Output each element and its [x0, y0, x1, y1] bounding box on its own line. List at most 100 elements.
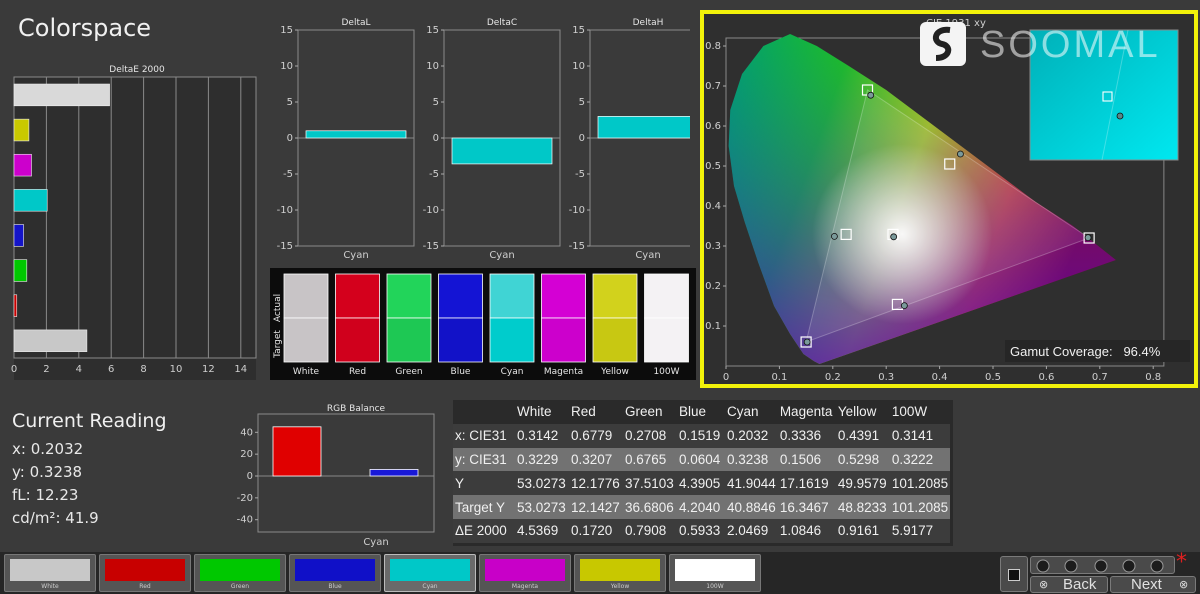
- patch-button-100w[interactable]: 100W: [669, 554, 761, 592]
- swatch-label: Red: [349, 367, 366, 377]
- row-label: Y: [453, 471, 515, 496]
- asterisk-icon: *: [1176, 550, 1187, 575]
- row-label: Target Y: [453, 495, 515, 519]
- next-button[interactable]: Next ⊗: [1110, 576, 1196, 593]
- row-label: x: CIE31: [453, 423, 515, 448]
- swatch-label: White: [293, 367, 320, 377]
- patch-button-cyan[interactable]: Cyan: [384, 554, 476, 592]
- delta-ytick: 0: [287, 133, 293, 144]
- delta-bar: [597, 116, 690, 139]
- patch-button-magenta[interactable]: Magenta: [479, 554, 571, 592]
- rgb-ytick: 0: [247, 471, 253, 482]
- cie-xtick: 0.8: [1145, 372, 1161, 383]
- stop-button[interactable]: [1000, 556, 1028, 592]
- deltae-bar: [13, 259, 28, 282]
- patch-button-red[interactable]: Red: [99, 554, 191, 592]
- deltae-bar: [13, 83, 110, 107]
- patch-swatch: [105, 559, 185, 581]
- table-cell: 4.3905: [677, 471, 725, 496]
- table-header: [453, 400, 515, 424]
- patch-button-blue[interactable]: Blue: [289, 554, 381, 592]
- patch-label: 100W: [706, 583, 724, 590]
- table-cell: 48.8233: [835, 495, 890, 519]
- swatch-target: [438, 317, 483, 363]
- deltae-bar: [13, 189, 48, 212]
- table-cell: 4.2040: [677, 495, 725, 519]
- deltae-bar: [13, 294, 18, 317]
- delta-ytick: -15: [569, 241, 585, 252]
- delta-xcat: Cyan: [489, 250, 514, 261]
- actual-label: Actual: [273, 294, 283, 322]
- patch-swatch: [390, 559, 470, 581]
- patch-label: Blue: [328, 583, 342, 590]
- patch-swatch: [580, 559, 660, 581]
- swatch-actual: [283, 273, 329, 319]
- cie-chart: 0 0.1 0.2 0.3 0.4 0.5 0.6 0.7 0.8 0.1 0.2 0.3 0.4 0.5…: [705, 18, 1179, 383]
- table-cell: 0.2708: [623, 423, 677, 448]
- deltae-bar: [13, 224, 24, 247]
- patch-label: Magenta: [511, 583, 539, 590]
- next-icon: ⊗: [1179, 578, 1189, 591]
- rgb-ytick: -40: [237, 515, 253, 526]
- table-cell: 0.1519: [677, 423, 725, 448]
- cie-ytick: 0.6: [705, 121, 721, 132]
- table-cell: 12.1776: [569, 471, 623, 496]
- rgb-balance-chart: RGB Balance 40 20 0 -20 -40 Cyan: [237, 404, 435, 548]
- swatch-label: Cyan: [501, 367, 524, 377]
- patch-button-yellow[interactable]: Yellow: [574, 554, 666, 592]
- table-cell: 0.3336: [777, 423, 836, 448]
- swatch-target: [592, 317, 638, 363]
- cie-measured-point: [890, 233, 898, 241]
- swatch-target: [489, 317, 535, 363]
- cie-xtick: 0.1: [771, 372, 787, 383]
- swatch-label: Blue: [451, 367, 471, 377]
- table-cell: 4.5369: [515, 518, 569, 543]
- table-cell: 0.3238: [725, 447, 778, 472]
- delta-bar: [451, 137, 553, 165]
- delta-ytick: 5: [287, 97, 293, 108]
- rgb-ytick: 20: [240, 449, 253, 460]
- table-cell: 49.9579: [835, 471, 890, 496]
- table-header: Yellow: [835, 400, 890, 424]
- deltae-chart-title: DeltaE 2000: [109, 65, 165, 75]
- reading-cdm2: cd/m²: 41.9: [12, 509, 99, 527]
- table-cell: 12.1427: [569, 495, 623, 519]
- patch-label: Yellow: [610, 583, 630, 590]
- table-cell: 0.0604: [677, 447, 725, 472]
- delta-ytick: 5: [579, 97, 585, 108]
- table-cell: 0.3142: [515, 423, 569, 448]
- table-cell: 0.6765: [623, 447, 677, 472]
- deltae-xtick: 0: [11, 364, 17, 375]
- deltae-bar: [13, 329, 88, 352]
- swatch-actual: [489, 273, 535, 319]
- reading-fl: fL: 12.23: [12, 486, 79, 504]
- cie-xtick: 0.6: [1038, 372, 1054, 383]
- table-cell: 101.2085: [889, 471, 951, 496]
- cie-ytick: 0.1: [705, 321, 721, 332]
- patch-swatch: [295, 559, 375, 581]
- table-header: White: [515, 400, 569, 424]
- swatch-target: [386, 317, 432, 363]
- cie-measured-point: [1084, 234, 1092, 242]
- table-cell: 0.2032: [725, 423, 778, 448]
- swatch-label: Green: [395, 367, 422, 377]
- delta-xcat: Cyan: [343, 250, 368, 261]
- table-cell: 40.8846: [725, 495, 778, 519]
- cie-measured-point: [900, 302, 908, 310]
- patch-button-green[interactable]: Green: [194, 554, 286, 592]
- patch-button-white[interactable]: White: [4, 554, 96, 592]
- delta-ytick: -5: [283, 169, 293, 180]
- table-header: Magenta: [777, 400, 836, 424]
- delta-ytick: -15: [423, 241, 439, 252]
- watermark: SOOMAL: [980, 24, 1161, 66]
- back-label: Back: [1063, 576, 1097, 593]
- delta-ytick: -10: [423, 205, 439, 216]
- delta-ytick: 10: [280, 61, 293, 72]
- table-cell: 0.4391: [835, 423, 890, 448]
- back-button[interactable]: ⊗ Back: [1030, 576, 1108, 593]
- delta-panel-title: DeltaC: [487, 18, 517, 28]
- table-header: Green: [623, 400, 677, 424]
- swatch-target: [541, 317, 586, 363]
- swatch-target: [283, 317, 329, 363]
- delta-panel-title: DeltaL: [341, 18, 370, 28]
